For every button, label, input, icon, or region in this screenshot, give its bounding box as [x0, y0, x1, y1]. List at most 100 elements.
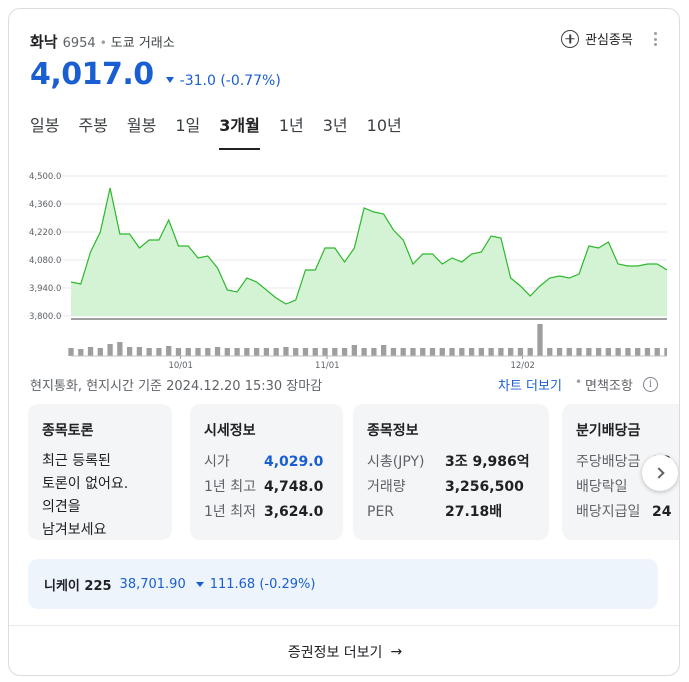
- tab-3[interactable]: 1일: [175, 112, 200, 150]
- stock-header: 화낙 6954 • 도쿄 거래소: [30, 31, 175, 51]
- volume-bar: [547, 348, 553, 356]
- volume-bar: [478, 348, 485, 356]
- card-title: 분기배당금: [576, 423, 641, 439]
- volume-bar: [361, 348, 367, 356]
- more-stock-info-button[interactable]: 증권정보 더보기 →: [9, 625, 679, 675]
- volume-bar: [625, 348, 631, 356]
- volume-bar: [429, 348, 436, 356]
- volume-bar: [576, 348, 582, 356]
- volume-bar: [449, 348, 455, 356]
- volume-bar: [244, 348, 250, 356]
- watchlist-button[interactable]: 관심종목: [561, 29, 633, 48]
- x-tick-label: 12/02: [510, 361, 535, 371]
- volume-bar: [273, 348, 279, 356]
- volume-bar: [107, 344, 113, 356]
- volume-bar: [468, 348, 475, 356]
- price-area: [71, 188, 667, 316]
- volume-bar: [635, 348, 641, 356]
- volume-bar: [146, 348, 152, 356]
- volume-bar: [117, 342, 123, 356]
- y-tick-label: 4,360.0: [29, 200, 61, 210]
- volume-bar: [488, 348, 494, 356]
- separator-dot: •: [99, 36, 107, 50]
- volume-bar: [654, 348, 660, 356]
- separator-dot: •: [575, 375, 583, 389]
- volume-bar: [156, 348, 162, 356]
- stock-card: 화낙 6954 • 도쿄 거래소 관심종목 4,017.0 -31.0 (-0.…: [8, 8, 680, 676]
- info-row: 거래량 3,256,500: [367, 479, 524, 495]
- volume-bar: [78, 349, 84, 356]
- volume-bar: [439, 348, 445, 356]
- next-card-button[interactable]: [642, 455, 678, 491]
- volume-bar: [615, 348, 621, 356]
- price-change: -31.0 (-0.77%): [165, 73, 281, 89]
- disclaimer-link[interactable]: 면책조항: [585, 375, 633, 394]
- price-row: 4,017.0 -31.0 (-0.77%): [30, 57, 281, 92]
- y-tick-label: 4,080.0: [29, 256, 61, 266]
- volume-bar: [390, 348, 397, 356]
- down-triangle-icon: [165, 77, 174, 83]
- volume-bar: [97, 348, 103, 356]
- volume-bar: [166, 346, 172, 356]
- card-title: 종목토론: [42, 423, 94, 439]
- info-row: PER 27.18배: [367, 504, 503, 520]
- volume-bar: [371, 348, 377, 356]
- price-change-value: -31.0 (-0.77%): [179, 73, 281, 89]
- market-time-note: 현지통화, 현지시간 기준 2024.12.20 15:30 장마감: [30, 379, 323, 394]
- volume-bar: [234, 348, 240, 356]
- tab-5[interactable]: 1년: [279, 112, 304, 150]
- volume-bar: [498, 348, 504, 356]
- volume-bar: [322, 348, 328, 356]
- volume-bar: [517, 348, 524, 356]
- tab-7[interactable]: 10년: [367, 112, 402, 150]
- volume-bar: [224, 348, 230, 356]
- stock-code: 6954: [62, 36, 96, 51]
- chevron-right-icon: [652, 467, 665, 479]
- volume-bar: [508, 348, 514, 356]
- tab-2[interactable]: 월봉: [127, 112, 156, 150]
- quote-card[interactable]: 시세정보 시가 4,029.0 1년 최고 4,748.0 1년 최저 3,624.0: [190, 404, 343, 540]
- y-tick-label: 3,940.0: [29, 284, 61, 294]
- volume-bar: [302, 348, 309, 356]
- quote-row: 1년 최저 3,624.0: [204, 504, 324, 520]
- index-value: 38,701.90: [119, 576, 186, 592]
- index-banner[interactable]: 니케이 225 38,701.90 111.68 (-0.29%): [28, 559, 658, 609]
- volume-bar: [400, 348, 406, 356]
- dividend-row: 배당지급일 24: [576, 504, 672, 520]
- volume-bar: [205, 348, 211, 356]
- volume-bar: [586, 348, 592, 356]
- volume-bar: [185, 348, 191, 356]
- info-icon[interactable]: i: [643, 377, 658, 392]
- more-chart-link[interactable]: 차트 더보기: [498, 375, 562, 394]
- info-row: 시총(JPY) 3조 9,986억: [367, 454, 530, 470]
- tab-0[interactable]: 일봉: [30, 112, 59, 150]
- x-tick-label: 10/01: [168, 361, 193, 371]
- volume-bar: [68, 348, 74, 356]
- y-tick-label: 4,220.0: [29, 228, 61, 238]
- tab-1[interactable]: 주봉: [78, 112, 107, 150]
- down-triangle-icon: [195, 581, 204, 587]
- volume-bar: [410, 348, 416, 356]
- stock-info-card[interactable]: 종목정보 시총(JPY) 3조 9,986억 거래량 3,256,500 PER 27…: [353, 404, 549, 540]
- volume-bar: [556, 348, 563, 356]
- more-options-icon[interactable]: [652, 32, 658, 48]
- volume-bar: [253, 348, 260, 356]
- period-tabs: 일봉 주봉 월봉 1일 3개월 1년 3년 10년: [30, 112, 421, 150]
- volume-bar: [332, 348, 338, 356]
- volume-bar: [175, 348, 182, 356]
- stock-name[interactable]: 화낙: [30, 31, 58, 52]
- volume-bar: [195, 348, 201, 356]
- volume-bar: [537, 324, 543, 356]
- discussion-card[interactable]: 종목토론 최근 등록된 토론이 없어요. 의견을 남겨보세요: [28, 404, 172, 540]
- footer-label: 증권정보 더보기: [287, 644, 383, 661]
- volume-bar: [605, 348, 612, 356]
- volume-bar: [293, 348, 299, 356]
- volume-bar: [566, 348, 572, 356]
- plus-icon: [561, 29, 579, 48]
- tab-6[interactable]: 3년: [323, 112, 348, 150]
- arrow-right-icon: →: [390, 643, 403, 660]
- price-chart[interactable]: 4,500.0 4,360.0 4,220.0 4,080.0 3,940.0 3,800…: [27, 161, 667, 376]
- card-title: 종목정보: [367, 423, 419, 439]
- tab-4[interactable]: 3개월: [219, 112, 260, 150]
- volume-bar: [595, 348, 602, 356]
